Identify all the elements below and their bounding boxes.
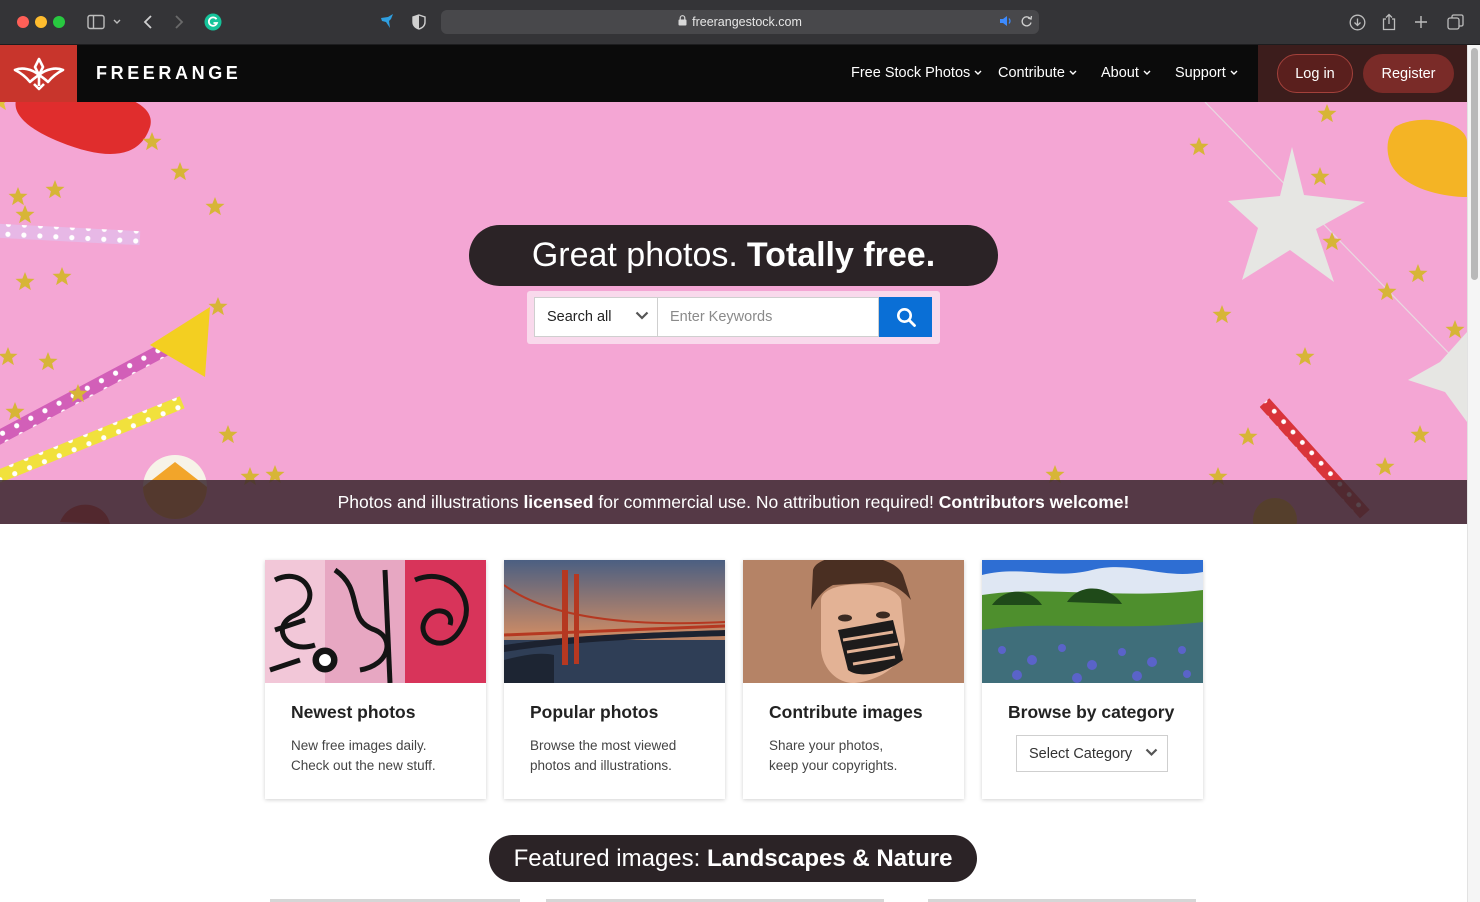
register-button[interactable]: Register bbox=[1363, 54, 1454, 93]
freerange-logo-icon bbox=[13, 57, 64, 90]
category-select-value: Select Category bbox=[1029, 745, 1133, 762]
search-form: Search all bbox=[527, 291, 940, 344]
login-button[interactable]: Log in bbox=[1277, 54, 1353, 93]
back-arrow-icon[interactable] bbox=[140, 11, 156, 33]
browser-toolbar: freerangestock.com bbox=[0, 0, 1480, 45]
address-bar[interactable]: freerangestock.com bbox=[441, 10, 1039, 34]
browse-by-category-card: Browse by category Select Category bbox=[982, 560, 1203, 799]
bluebonnet-field-thumbnail bbox=[982, 560, 1203, 683]
sidebar-toggle-icon[interactable] bbox=[86, 11, 122, 33]
featured-prefix: Featured images: bbox=[513, 844, 707, 872]
tagline-licensed-link[interactable]: licensed bbox=[523, 492, 593, 513]
card-description: New free images daily. Check out the new… bbox=[291, 736, 436, 775]
card-description: Share your photos, keep your copyrights. bbox=[769, 736, 897, 775]
nav-label: Free Stock Photos bbox=[851, 65, 971, 81]
headline-light: Great photos. bbox=[531, 236, 738, 274]
chevron-down-icon bbox=[1145, 748, 1158, 757]
reload-icon[interactable] bbox=[1020, 14, 1033, 31]
golden-gate-bridge-thumbnail bbox=[504, 560, 725, 683]
lock-icon bbox=[678, 15, 687, 29]
speaker-icon[interactable] bbox=[999, 14, 1013, 31]
headline-bold: Totally free. bbox=[746, 236, 936, 274]
card-title: Browse by category bbox=[1008, 702, 1175, 722]
graffiti-thumbnail bbox=[265, 560, 486, 683]
new-tab-plus-icon[interactable] bbox=[1412, 11, 1430, 33]
chevron-down-icon bbox=[1143, 70, 1151, 75]
card-title[interactable]: Popular photos bbox=[530, 702, 658, 723]
search-button[interactable] bbox=[879, 297, 932, 337]
bird-extension-icon[interactable] bbox=[377, 11, 397, 33]
popular-photos-card[interactable]: Popular photos Browse the most viewed ph… bbox=[504, 560, 725, 799]
nav-about[interactable]: About bbox=[1101, 65, 1151, 81]
nav-free-stock-photos[interactable]: Free Stock Photos bbox=[851, 65, 982, 81]
page-scrollbar[interactable] bbox=[1467, 45, 1480, 902]
grammarly-extension-icon[interactable] bbox=[203, 11, 223, 33]
chevron-down-icon bbox=[974, 70, 982, 75]
card-desc-line: Share your photos, bbox=[769, 738, 884, 753]
freerange-logo[interactable] bbox=[0, 45, 77, 102]
url-text: freerangestock.com bbox=[692, 15, 802, 29]
hero-banner: Great photos. Totally free. Search all P… bbox=[0, 102, 1467, 524]
hero-headline: Great photos. Totally free. bbox=[469, 225, 998, 286]
nav-label: About bbox=[1101, 65, 1139, 81]
nav-label: Contribute bbox=[998, 65, 1065, 81]
contribute-images-card[interactable]: Contribute images Share your photos, kee… bbox=[743, 560, 964, 799]
search-icon bbox=[896, 308, 916, 327]
category-select[interactable]: Select Category bbox=[1016, 735, 1168, 772]
painted-face-thumbnail bbox=[743, 560, 964, 683]
featured-topic[interactable]: Landscapes & Nature bbox=[707, 845, 952, 873]
featured-heading: Featured images: Landscapes & Nature bbox=[489, 835, 977, 882]
tab-overview-icon[interactable] bbox=[1445, 11, 1465, 33]
forward-arrow-icon[interactable] bbox=[171, 11, 187, 33]
card-desc-line: keep your copyrights. bbox=[769, 757, 898, 773]
chevron-down-icon bbox=[635, 311, 649, 320]
brand-wordmark[interactable]: FREERANGE bbox=[96, 63, 241, 84]
nav-label: Support bbox=[1175, 65, 1226, 81]
chevron-down-icon bbox=[1069, 70, 1077, 75]
tagline-part1: Photos and illustrations bbox=[337, 491, 524, 512]
card-desc-line: New free images daily. bbox=[291, 738, 427, 753]
card-desc-line: Check out the new stuff. bbox=[291, 757, 436, 773]
chevron-down-icon bbox=[1230, 70, 1238, 75]
card-title[interactable]: Contribute images bbox=[769, 702, 923, 723]
close-window-button[interactable] bbox=[17, 16, 29, 28]
site-header: FREERANGE Free Stock Photos Contribute A… bbox=[0, 45, 1467, 102]
license-tagline: Photos and illustrations licensed for co… bbox=[0, 480, 1467, 524]
downloads-icon[interactable] bbox=[1347, 11, 1367, 33]
share-icon[interactable] bbox=[1380, 11, 1398, 33]
card-desc-line: photos and illustrations. bbox=[530, 757, 672, 773]
newest-photos-card[interactable]: Newest photos New free images daily. Che… bbox=[265, 560, 486, 799]
nav-contribute[interactable]: Contribute bbox=[998, 65, 1077, 81]
card-desc-line: Browse the most viewed bbox=[530, 738, 677, 753]
nav-support[interactable]: Support bbox=[1175, 65, 1238, 81]
tagline-contributors-link[interactable]: Contributors welcome! bbox=[939, 492, 1130, 513]
keyword-search-input[interactable] bbox=[657, 297, 879, 337]
search-scope-value: Search all bbox=[547, 309, 612, 325]
card-description: Browse the most viewed photos and illust… bbox=[530, 736, 676, 775]
auth-area: Log in Register bbox=[1258, 45, 1467, 102]
tagline-part2: for commercial use. No attribution requi… bbox=[593, 491, 939, 512]
zoom-window-button[interactable] bbox=[53, 16, 65, 28]
card-title[interactable]: Newest photos bbox=[291, 702, 415, 723]
scrollbar-thumb[interactable] bbox=[1471, 48, 1478, 280]
privacy-shield-icon[interactable] bbox=[411, 11, 427, 33]
search-scope-select[interactable]: Search all bbox=[534, 297, 657, 337]
minimize-window-button[interactable] bbox=[35, 16, 47, 28]
